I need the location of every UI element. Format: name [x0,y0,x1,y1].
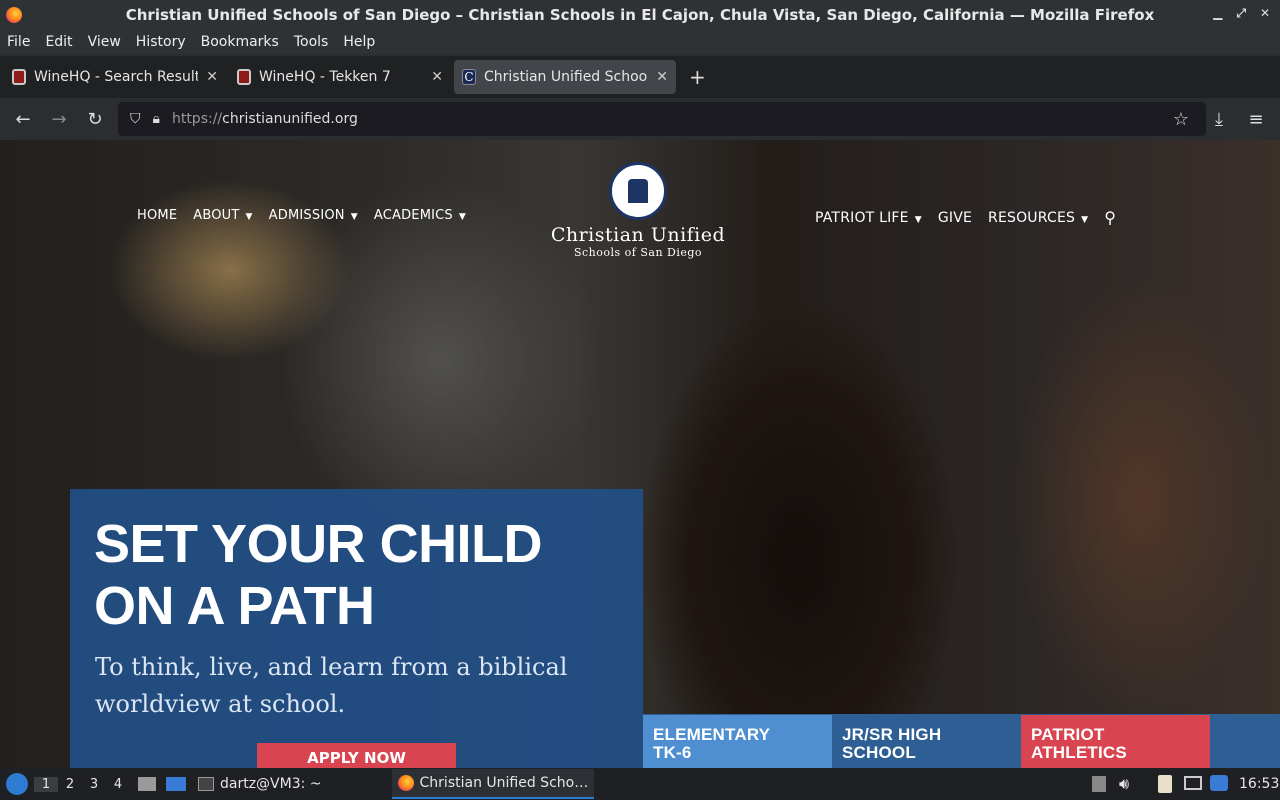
window-title: Christian Unified Schools of San Diego –… [125,6,1155,24]
clock: 16:53 [1239,776,1280,792]
menu-view[interactable]: View [88,34,121,50]
nav-patriot-life[interactable]: PATRIOT LIFE ▼ [815,210,922,226]
tab-winehq-search[interactable]: WineHQ - Search Results ✕ [4,60,226,94]
maximize-icon[interactable]: ⤢ [1236,6,1246,21]
download-icon[interactable]: ⤓ [1206,109,1232,130]
tray-up-icon[interactable] [1092,776,1106,792]
navigation-toolbar: ← → ↻ ⛉ 🔒︎ https://christianunified.org … [0,98,1280,140]
chevron-down-icon: ▼ [914,214,922,225]
hero-panel: SET YOUR CHILD ON A PATH To think, live,… [70,489,643,768]
apply-now-button[interactable]: APPLY NOW [257,743,456,768]
file-manager-icon[interactable] [138,777,156,791]
start-menu-icon[interactable] [6,773,28,795]
back-icon[interactable]: ← [10,109,36,130]
shield-icon[interactable]: ⛉ [130,111,141,127]
hamburger-menu-icon[interactable]: ≡ [1243,109,1269,130]
minimize-icon[interactable]: ▁ [1213,6,1222,21]
clipboard-icon[interactable] [1158,775,1172,793]
notification-icon[interactable] [1210,775,1228,791]
winehq-favicon-icon [12,69,26,85]
chevron-down-icon: ▼ [458,212,467,222]
logo-subtitle: Schools of San Diego [573,246,703,259]
taskbar-firefox[interactable]: Christian Unified Scho… [391,769,595,799]
workspace-1[interactable]: 1 [34,776,58,792]
workspace-4[interactable]: 4 [106,777,130,792]
menu-tools[interactable]: Tools [294,34,329,50]
firefox-icon [397,775,414,791]
site-logo[interactable]: Christian Unified Schools of San Diego [536,162,740,259]
tab-title: WineHQ - Tekken 7 [259,69,391,85]
hero-heading: SET YOUR CHILD ON A PATH [94,514,543,636]
school-seal-icon [609,162,667,220]
workspace-3[interactable]: 3 [82,777,106,792]
tab-title: WineHQ - Search Results [34,69,199,85]
tab-title: Christian Unified Schools [484,69,649,85]
menu-edit[interactable]: Edit [45,34,72,50]
chevron-down-icon: ▼ [350,212,358,222]
reload-icon[interactable]: ↻ [82,109,108,130]
tab-winehq-tekken[interactable]: WineHQ - Tekken 7 ✕ [229,60,451,94]
menu-bar: File Edit View History Bookmarks Tools H… [0,30,1280,54]
network-icon[interactable] [1184,776,1202,790]
window-titlebar: Christian Unified Schools of San Diego –… [0,0,1280,30]
nav-academics[interactable]: ACADEMICS ▼ [374,208,466,223]
menu-file[interactable]: File [7,34,30,50]
menu-bookmarks[interactable]: Bookmarks [201,34,279,50]
tab-close-icon[interactable]: ✕ [656,69,668,85]
tab-close-icon[interactable]: ✕ [431,69,443,85]
tab-close-icon[interactable]: ✕ [206,69,218,85]
hero-subheading: To think, live, and learn from a biblica… [95,653,568,718]
firefox-icon [6,7,22,23]
card-jr-sr-high[interactable]: JR/SR HIGH SCHOOL [832,715,1021,768]
logo-title: Christian Unified [550,224,726,246]
nav-about[interactable]: ABOUT ▼ [193,208,252,223]
workspace-2[interactable]: 2 [58,777,82,792]
forward-icon[interactable]: → [46,109,72,130]
new-tab-icon[interactable]: + [689,65,706,89]
site-nav-left: HOME ABOUT ▼ ADMISSION ▼ ACADEMICS ▼ [137,208,466,223]
tab-strip: WineHQ - Search Results ✕ WineHQ - Tekke… [0,56,1280,98]
taskbar-terminal[interactable]: dartz@VM3: ~ [198,776,322,792]
chevron-down-icon: ▼ [1081,214,1089,225]
close-icon[interactable]: ✕ [1260,6,1270,21]
nav-admission[interactable]: ADMISSION ▼ [269,208,358,223]
tab-christian-unified[interactable]: C Christian Unified Schools ✕ [454,60,676,94]
search-icon[interactable]: ⚲ [1104,208,1116,227]
nav-give[interactable]: GIVE [938,210,972,226]
card-elementary[interactable]: ELEMENTARY TK-6 [643,715,832,768]
url-host: christianunified.org [222,111,358,127]
site-nav-right: PATRIOT LIFE ▼ GIVE RESOURCES ▼ ⚲ [815,208,1116,227]
winehq-favicon-icon [237,69,251,85]
christian-unified-favicon-icon: C [462,69,476,85]
menu-help[interactable]: Help [343,34,375,50]
url-protocol: https:// [171,111,223,127]
volume-icon[interactable]: 🔊︎ [1119,774,1129,794]
chevron-down-icon: ▼ [245,212,253,222]
card-patriot-athletics[interactable]: PATRIOT ATHLETICS [1021,715,1210,768]
nav-resources[interactable]: RESOURCES ▼ [988,210,1088,226]
taskbar: 1 2 3 4 dartz@VM3: ~ Christian Unified S… [0,768,1280,800]
web-page: HOME ABOUT ▼ ADMISSION ▼ ACADEMICS ▼ Christ… [0,140,1280,768]
lock-icon[interactable]: 🔒︎ [153,111,160,127]
bookmark-star-icon[interactable]: ☆ [1168,109,1194,130]
terminal-icon [198,777,214,791]
desktop-icon[interactable] [166,777,186,791]
address-bar[interactable]: ⛉ 🔒︎ https://christianunified.org [118,102,1206,136]
menu-history[interactable]: History [136,34,186,50]
nav-home[interactable]: HOME [137,208,177,223]
